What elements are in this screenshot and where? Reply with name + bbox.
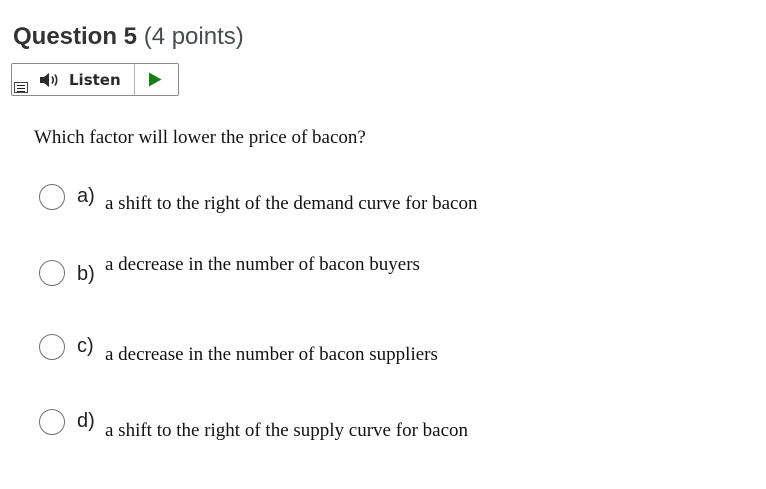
radio-button-c[interactable] (39, 334, 65, 360)
question-text: Which factor will lower the price of bac… (34, 127, 366, 148)
listen-label: Listen (69, 70, 121, 89)
option-letter-c: c) (77, 335, 94, 357)
option-text-b: a decrease in the number of bacon buyers (105, 254, 420, 275)
play-icon[interactable] (148, 72, 162, 87)
toolbar-divider (134, 64, 135, 95)
listen-toolbar: Listen (11, 63, 179, 96)
question-points: (4 points) (137, 23, 244, 50)
option-text-c: a decrease in the number of bacon suppli… (105, 344, 438, 365)
option-letter-b: b) (77, 263, 95, 285)
radio-button-b[interactable] (39, 260, 65, 286)
menu-icon[interactable] (14, 82, 28, 93)
option-text-a: a shift to the right of the demand curve… (105, 193, 478, 214)
option-letter-a: a) (77, 185, 95, 207)
question-header: Question 5 (4 points) (13, 22, 244, 52)
radio-button-a[interactable] (39, 184, 65, 210)
option-text-d: a shift to the right of the supply curve… (105, 420, 469, 441)
speaker-icon (40, 72, 58, 87)
listen-button[interactable]: Listen (39, 64, 135, 95)
option-letter-d: d) (77, 410, 95, 432)
question-title: Question 5 (13, 23, 138, 50)
radio-button-d[interactable] (39, 409, 65, 435)
